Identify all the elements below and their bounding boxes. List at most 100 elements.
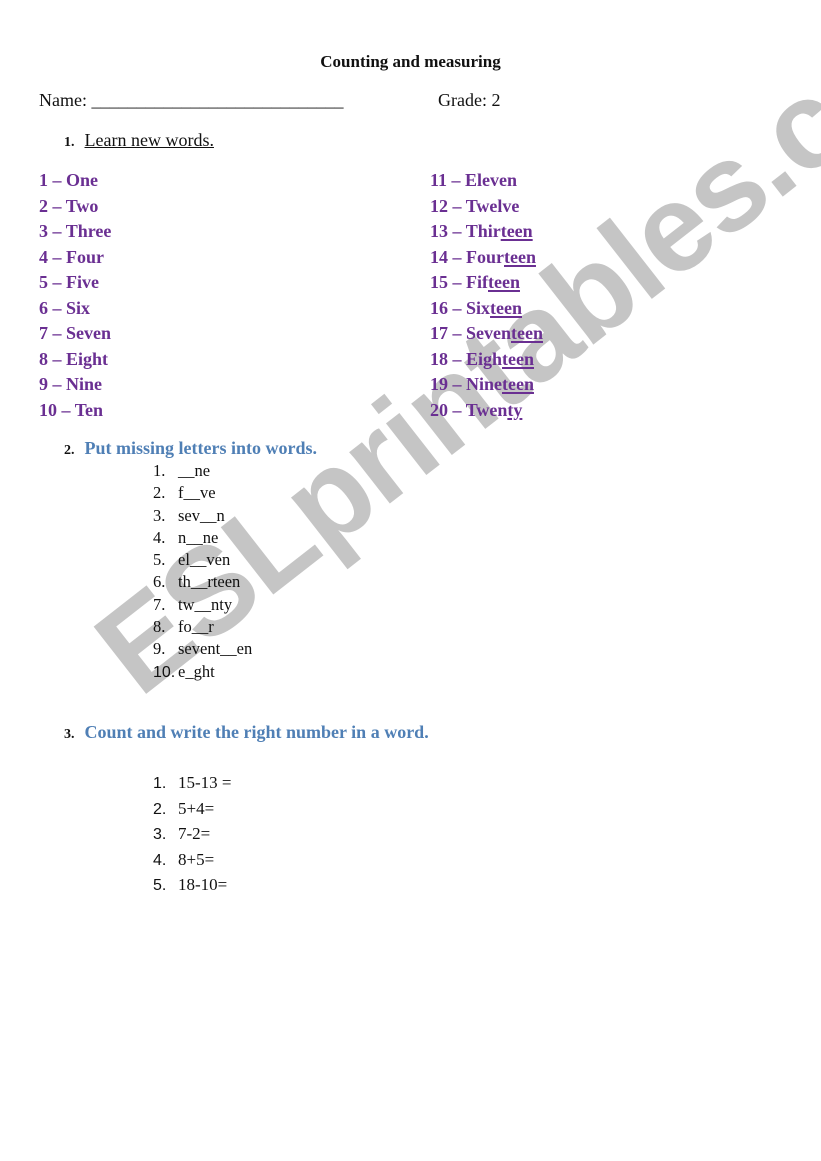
section-number: 1. [64,135,75,150]
number-digit: 13 – [430,221,466,241]
number-word: Three [65,221,112,241]
number-word: Nine [466,374,502,394]
number-digit: 11 – [430,170,466,190]
list-item: 1. __ne [153,460,252,482]
list-item: 2. 5+4= [153,798,232,824]
number-word-item: 17 – Seventeen [430,322,543,348]
page-title: Counting and measuring [0,52,821,72]
list-item-text[interactable]: tw__nty [178,595,232,614]
list-item: 5. 18-10= [153,874,232,900]
list-item-number: 4. [153,527,166,547]
number-word-item: 2 – Two [39,195,111,221]
list-item-number: 3. [153,826,167,843]
number-word: Ten [74,399,104,420]
number-word: Fif [466,272,488,292]
number-word-suffix: teen [502,374,534,394]
number-word: Four [466,246,504,267]
list-item-text[interactable]: th__rteen [178,572,240,591]
section-label: Count and write the right number in a wo… [84,722,429,742]
list-item: 8. fo__r [153,616,252,638]
number-word: Eight [66,348,109,369]
number-word-item: 16 – Sixteen [430,297,543,323]
section-number: 2. [64,443,75,458]
list-item-number: 9. [153,639,166,659]
section-label: Put missing letters into words. [84,438,318,458]
list-item: 5. el__ven [153,549,252,571]
number-digit: 7 – [39,323,66,343]
list-item-text[interactable]: 7-2= [178,824,210,843]
number-word-item: 5 – Five [39,271,111,297]
number-word-item: 6 – Six [39,297,111,323]
number-digit: 15 – [430,272,466,292]
list-item-number: 2. [153,483,166,503]
number-word-suffix: teen [504,246,536,267]
list-item-number: 3. [153,505,166,525]
list-item: 6. th__rteen [153,571,252,593]
list-item-text[interactable]: f__ve [178,483,216,502]
number-word: Seven [66,323,111,343]
number-words-left: 1 – One 2 – Two 3 – Three 4 – Four 5 – Five 6… [39,169,111,424]
number-word-item: 15 – Fifteen [430,271,543,297]
number-digit: 12 – [430,195,466,216]
number-digit: 4 – [39,246,66,267]
number-word-item: 19 – Nineteen [430,373,543,399]
list-item-number: 5. [153,550,166,570]
list-item-text[interactable]: 8+5= [178,850,214,869]
list-item: 4. n__ne [153,527,252,549]
number-digit: 5 – [39,272,66,292]
number-word-item: 10 – Ten [39,399,111,425]
number-word: Seven [466,323,511,343]
number-word-item: 1 – One [39,169,111,195]
list-item-number: 10. [153,663,176,681]
number-words-right: 11 – Eleven 12 – Twelve 13 – Thirteen 14 – … [430,169,543,424]
number-digit: 10 – [39,399,75,420]
name-label: Name: [39,90,92,110]
list-item-text[interactable]: 15-13 = [178,773,232,792]
missing-letters-list: 1. __ne 2. f__ve 3. sev__n 4. n__ne 5. el__ven 6. t… [153,460,252,683]
list-item-text[interactable]: n__ne [178,528,218,547]
list-item-text[interactable]: __ne [178,461,210,480]
number-word-item: 18 – Eighteen [430,348,543,374]
number-word: Two [65,195,99,216]
number-digit: 17 – [430,323,466,343]
list-item-text[interactable]: el__ven [178,550,230,569]
number-word-item: 9 – Nine [39,373,111,399]
number-word: Nine [66,374,102,394]
list-item-text[interactable]: 18-10= [178,875,227,894]
number-word-item: 8 – Eight [39,348,111,374]
list-item-text[interactable]: sevent__en [178,639,252,658]
list-item-number: 5. [153,877,167,894]
list-item-text[interactable]: sev__n [178,506,225,525]
number-digit: 2 – [39,195,66,216]
name-blank[interactable]: ____________________________ [91,90,343,110]
section-label: Learn new words. [84,130,214,150]
list-item-number: 1. [153,461,166,480]
number-word-suffix: ty [507,399,523,420]
number-word: Four [66,246,104,267]
number-word: Thir [465,221,501,241]
list-item-text[interactable]: 5+4= [178,799,214,818]
list-item: 3. 7-2= [153,823,232,849]
list-item: 4. 8+5= [153,849,232,875]
number-word: Twelve [465,195,520,216]
list-item: 10. e_ght [153,661,252,683]
number-digit: 9 – [39,374,66,394]
number-word-item: 12 – Twelve [430,195,543,221]
number-word: Six [66,297,91,318]
list-item: 1. 15-13 = [153,772,232,798]
number-word: Five [66,272,99,292]
number-word: Eleven [465,170,518,190]
number-digit: 19 – [430,374,466,394]
number-word: Eigh [466,348,503,369]
list-item-number: 8. [153,617,166,637]
title-text: Counting and measuring [320,52,501,71]
number-word-item: 3 – Three [39,220,111,246]
number-digit: 20 – [430,399,466,420]
section-number: 3. [64,727,75,742]
list-item-text[interactable]: e_ght [178,662,215,681]
list-item-text[interactable]: fo__r [178,617,214,636]
math-list: 1. 15-13 = 2. 5+4= 3. 7-2= 4. 8+5= 5. 18-10= [153,772,232,900]
number-word-suffix: teen [500,221,533,241]
name-field[interactable]: Name: ____________________________ [39,90,343,111]
grade-label: Grade: 2 [438,90,501,110]
